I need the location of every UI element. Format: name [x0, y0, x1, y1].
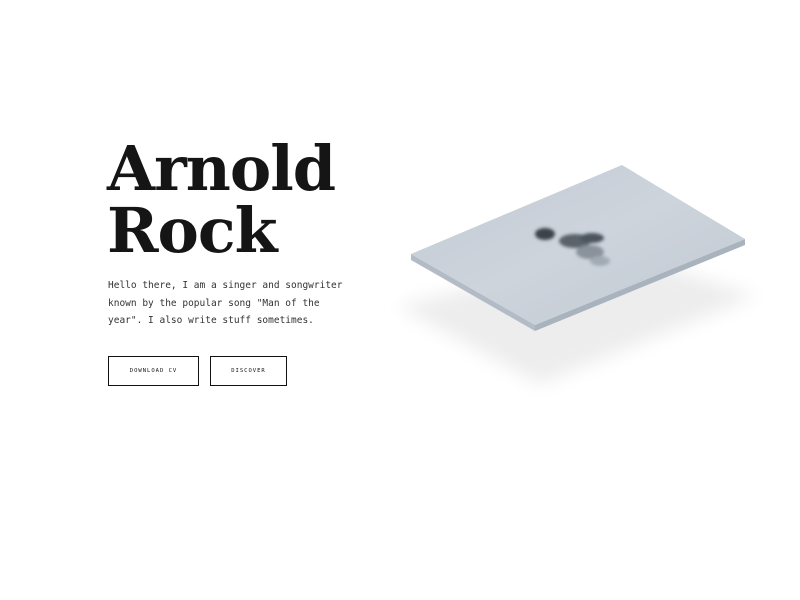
hero-description: Hello there, I am a singer and songwrite… [108, 280, 343, 326]
download-cv-button[interactable]: DOWNLOAD CV [108, 356, 199, 386]
discover-button-label: DISCOVER [231, 368, 266, 374]
hero-title-line-2: Rock [107, 194, 278, 267]
page: Arnold Rock Hello there, I am a singer a… [0, 0, 800, 600]
hero-title: Arnold Rock [107, 132, 336, 267]
download-cv-button-label: DOWNLOAD CV [129, 368, 178, 374]
hero-title-line-1: Arnold [107, 132, 336, 205]
discover-button[interactable]: DISCOVER [210, 356, 287, 386]
